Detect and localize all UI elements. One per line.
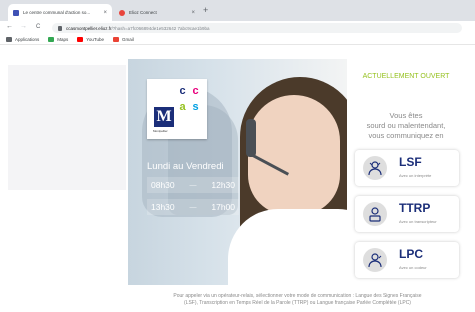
operator-shirt <box>228 209 347 285</box>
address-bar[interactable]: ccasmontpellier.elioz.fr /?hash=a7fc0668… <box>52 23 462 33</box>
forward-button[interactable]: → <box>20 23 27 30</box>
slot-start: 08h30 <box>151 180 175 190</box>
reload-button[interactable]: C <box>36 24 40 30</box>
back-button[interactable]: ← <box>6 23 13 30</box>
mode-subtitle: Avec un interprète <box>399 173 432 178</box>
mode-lsf-button[interactable]: LSF Avec un interprète <box>355 150 459 186</box>
slot-separator: — <box>189 203 197 211</box>
intro-line: Vous êtes <box>389 111 423 120</box>
interpreter-icon <box>363 156 387 180</box>
intro-line: vous communiquez en <box>368 131 444 140</box>
tab-bar: Le centre communal d'action so... × Elio… <box>0 0 475 21</box>
ccas-favicon-icon <box>13 9 19 16</box>
tab-title: Le centre communal d'action so... <box>23 10 91 15</box>
bookmark-youtube[interactable]: YouTube <box>77 37 104 42</box>
intro-text: Vous êtes sourd ou malentendant, vous co… <box>347 111 465 141</box>
bookmark-gmail[interactable]: Gmail <box>112 37 134 42</box>
bookmarks-bar: Applications Maps YouTube Gmail <box>0 35 475 45</box>
address-row: ← → C ccasmontpellier.elioz.fr /?hash=a7… <box>0 21 475 35</box>
mode-name: LPC <box>399 247 423 261</box>
coder-icon <box>363 248 387 272</box>
mode-ttrp-button[interactable]: TTRP Avec un transcripteur <box>355 196 459 232</box>
hours-slot: 08h30 — 12h30 <box>147 177 239 193</box>
intro-line: sourd ou malentendant, <box>366 121 446 130</box>
new-tab-button[interactable]: + <box>203 5 208 15</box>
background-panel <box>8 65 126 190</box>
logo-letter-m: M <box>154 107 174 127</box>
ccas-logo: M c c a s Montpellier <box>147 79 207 139</box>
maps-icon <box>48 37 55 42</box>
logo-letter: c <box>179 85 186 97</box>
hero-image: M c c a s Montpellier Lundi au Vendredi … <box>128 59 347 285</box>
slot-end: 17h00 <box>211 202 235 212</box>
bookmark-label: Maps <box>57 37 69 42</box>
url-host: ccasmontpellier.elioz.fr <box>66 25 112 31</box>
close-tab-icon[interactable]: × <box>103 10 107 16</box>
mode-subtitle: Avec un transcripteur <box>399 219 437 224</box>
bookmark-applications[interactable]: Applications <box>6 37 39 42</box>
slot-end: 12h30 <box>211 180 235 190</box>
status-badge: ACTUELLEMENT OUVERT <box>362 73 450 80</box>
mode-selection-panel: ACTUELLEMENT OUVERT Vous êtes sourd ou m… <box>347 59 465 285</box>
lock-icon <box>58 25 62 31</box>
transcriber-icon <box>363 202 387 226</box>
elioz-favicon-icon <box>119 9 125 16</box>
bookmark-label: YouTube <box>86 37 104 42</box>
slot-start: 13h30 <box>151 202 175 212</box>
youtube-icon <box>77 37 84 42</box>
bookmark-label: Applications <box>15 37 40 42</box>
bookmark-maps[interactable]: Maps <box>48 37 68 42</box>
footer-line: Pour appeler via un opérateur-relais, sé… <box>173 293 422 299</box>
hours-slot: 13h30 — 17h00 <box>147 199 239 215</box>
logo-letter: s <box>192 101 199 113</box>
mode-lpc-button[interactable]: LPC Avec un codeur <box>355 242 459 278</box>
slot-separator: — <box>189 181 197 189</box>
opening-days: Lundi au Vendredi <box>147 161 224 172</box>
tab-title: Elioz Connect <box>129 10 157 15</box>
page-content: M c c a s Montpellier Lundi au Vendredi … <box>0 46 475 312</box>
apps-grid-icon <box>6 37 12 42</box>
logo-letter: a <box>179 101 186 113</box>
url-path: /?hash=a7fc066894de1e532642 7abc9cae1b9b… <box>111 25 210 31</box>
headset-icon <box>246 119 256 157</box>
tab-elioz[interactable]: Elioz Connect × <box>114 4 200 21</box>
mode-subtitle: Avec un codeur <box>399 265 427 270</box>
operator-face <box>248 95 340 215</box>
logo-caption: Montpellier <box>153 129 168 133</box>
logo-letter: c <box>192 85 199 97</box>
footer-line: (LSF), Transcription en Temps Réel de la… <box>184 300 411 306</box>
close-tab-icon[interactable]: × <box>191 10 195 16</box>
gmail-icon <box>112 37 119 42</box>
footer-instructions: Pour appeler via un opérateur-relais, sé… <box>120 293 475 307</box>
mode-name: LSF <box>399 155 422 169</box>
mode-name: TTRP <box>399 201 431 215</box>
bookmark-label: Gmail <box>121 37 134 42</box>
tab-ccas[interactable]: Le centre communal d'action so... × <box>8 4 112 21</box>
